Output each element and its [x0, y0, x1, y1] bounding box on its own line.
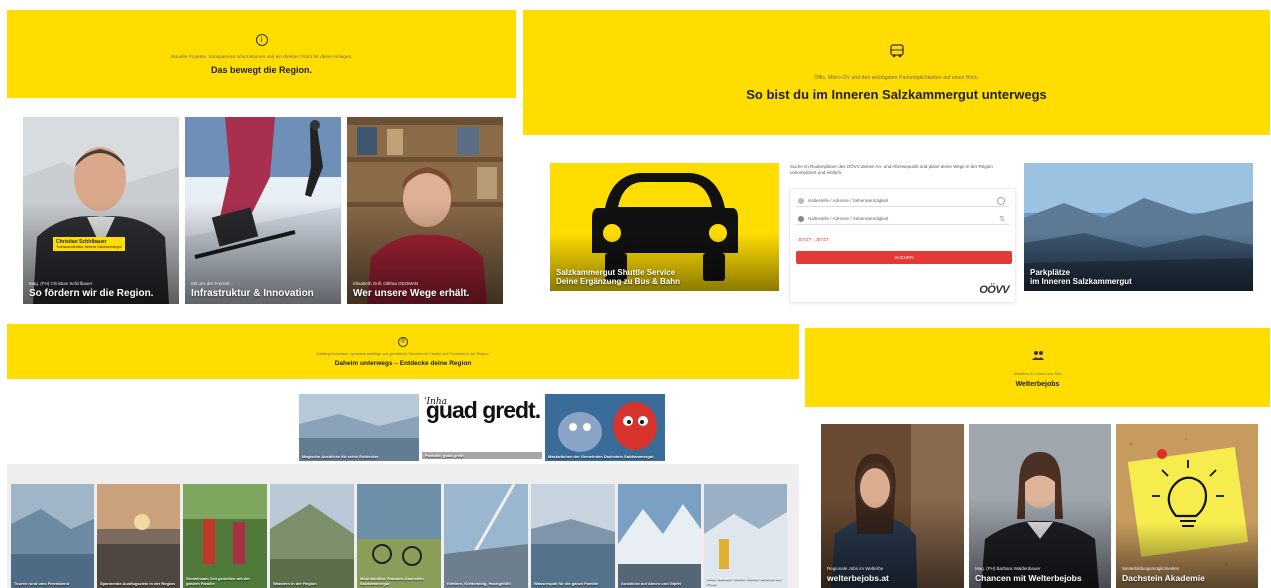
activity-tile[interactable]: Spannende Ausflugsziele in der Region	[97, 484, 180, 588]
person-nametag: Christian Schirlbauer Tourismusdirektor …	[53, 237, 125, 251]
card-subtitle: Regionale Jobs im Welterbe	[827, 566, 884, 571]
travel-title: So bist du im Inneren Salzkammergut unte…	[746, 86, 1047, 102]
search-button[interactable]: SUCHEN	[796, 251, 1012, 264]
region-subtitle: Aktuelle Projekte, transparente Informat…	[170, 53, 353, 59]
from-field[interactable]: Haltestelle / Adresse / Sehenswürdigkeit	[796, 195, 1009, 207]
card-subtitle: Mag. (FH) Barbara Waldenbauer	[975, 566, 1041, 571]
travel-subtitle: Öffis, Mikro-ÖV und den wichtigsten Park…	[814, 74, 979, 81]
activity-tile[interactable]: Klettern, Klettersteig, Hochgefühl	[444, 484, 528, 588]
mascots-image	[545, 394, 665, 461]
people-icon	[1031, 347, 1044, 365]
card-title: welterbejobs.at	[827, 573, 889, 583]
tile-caption: Klettern, Klettersteig, Hochgefühl	[447, 581, 511, 586]
activity-tile[interactable]: Mountainbike Paradies Dachstein Salzkamm…	[357, 484, 441, 588]
feature-card-mascots[interactable]: Maskottchen der Gemeinden Dachstein Salz…	[545, 394, 665, 461]
region-title: Das bewegt die Region.	[210, 64, 313, 75]
planner-form: Haltestelle / Adresse / Sehenswürdigkeit…	[789, 188, 1016, 303]
jobs-card-chances[interactable]: Mag. (FH) Barbara Waldenbauer Chancen mi…	[969, 424, 1111, 588]
shuttle-title: Salzkammergut Shuttle Service	[556, 268, 676, 277]
card-subtitle: Weiterbildungsmöglichkeiten	[1122, 566, 1180, 571]
tile-caption: Wandern in der Region	[273, 581, 317, 586]
card-subtitle: Mag. (FH) Christian Schirlbauer	[29, 281, 93, 286]
jobs-card-academy[interactable]: Weiterbildungsmöglichkeiten Dachstein Ak…	[1116, 424, 1258, 588]
activity-tile[interactable]: Wild. Wander. Wölfe. Winter abseits der …	[704, 484, 787, 588]
locate-icon[interactable]	[997, 196, 1005, 205]
oovv-logo: OÖVV	[979, 284, 1009, 296]
mountainbike-image	[357, 484, 441, 588]
feature-caption: Magische Ausblicke für echte Entdecker	[302, 454, 379, 459]
region-card-trails[interactable]: Elisabeth Grill, Obfrau GEOMAN Wer unser…	[347, 117, 503, 304]
activity-tile[interactable]: Wasserspaß für die ganze Familie	[531, 484, 615, 588]
family-forest-image	[183, 484, 267, 588]
pier-sunset-image	[97, 484, 180, 588]
search-label: SUCHEN	[894, 255, 914, 260]
activity-tile[interactable]: Wandern in der Region	[270, 484, 354, 588]
tile-caption: Gemeinsam Zeit genießen mit der ganzen F…	[186, 576, 251, 586]
viewpoint-image	[299, 394, 419, 461]
lake-sunset-image	[11, 484, 94, 588]
info-icon: i	[255, 33, 268, 46]
jobs-title: Welterbejobs	[1015, 381, 1060, 388]
from-placeholder: Haltestelle / Adresse / Sehenswürdigkeit	[808, 198, 889, 203]
origin-icon	[798, 197, 804, 204]
card-title: Chancen mit Welterbejobs	[975, 573, 1082, 583]
tile-caption: Ausblicke auf Almen und Gipfel	[621, 581, 682, 586]
jobs-banner: Arbeiten & Leben am See Welterbejobs	[805, 328, 1270, 407]
podcast-logo: guad gredt.	[425, 397, 541, 423]
parking-subtitle: im Inneren Salzkammergut	[1030, 277, 1132, 286]
jobs-card-portal[interactable]: Regionale Jobs im Welterbe welterbejobs.…	[821, 424, 964, 588]
person-role: Tourismusdirektor Inneres Salzkammergut	[56, 245, 122, 249]
card-subtitle: Elisabeth Grill, Obfrau GEOMAN	[353, 281, 419, 286]
shuttle-subtitle: Deine Ergänzung zu Bus & Bahn	[556, 277, 681, 286]
feature-caption: Podcast: guad gredt	[422, 452, 542, 459]
region-banner: i Aktuelle Projekte, transparente Inform…	[7, 10, 516, 98]
card-subtitle: Mit uns der Freizeit…	[191, 281, 234, 286]
region-card-funding[interactable]: Christian Schirlbauer Tourismusdirektor …	[23, 117, 179, 304]
card-title: Wer unsere Wege erhält.	[353, 288, 470, 299]
to-placeholder: Haltestelle / Adresse / Sehenswürdigkeit	[808, 216, 889, 221]
feature-card-podcast[interactable]: 'Inha guad gredt. Podcast: guad gredt	[422, 394, 542, 461]
card-title: Dachstein Akademie	[1122, 573, 1205, 583]
time-link[interactable]: JETZT · JETZT	[798, 237, 829, 242]
travel-banner: Öffis, Mikro-ÖV und den wichtigsten Park…	[523, 10, 1270, 135]
activity-tile[interactable]: Gemeinsam Zeit genießen mit der ganzen F…	[183, 484, 267, 588]
activity-tile[interactable]: Ausblicke auf Almen und Gipfel	[618, 484, 701, 588]
shuttle-card[interactable]: Salzkammergut Shuttle Service Deine Ergä…	[550, 163, 779, 291]
tile-caption: Touren rund ums Feierabend	[14, 581, 70, 586]
home-subtitle: Insidergeheimnisse, spontane Ausflüge un…	[316, 351, 490, 356]
region-card-infrastructure[interactable]: Mit uns der Freizeit… Infrastruktur & In…	[185, 117, 341, 304]
winter-hike-image	[704, 484, 787, 588]
tile-caption: Spannende Ausflugsziele in der Region	[100, 581, 175, 586]
route-planner: Suche im Routenplaner des OÖVV deinen An…	[786, 160, 1018, 308]
parking-title: Parkplätze	[1030, 268, 1071, 277]
destination-icon	[798, 215, 804, 222]
snowy-peaks-image	[618, 484, 701, 588]
feature-card-views[interactable]: Magische Ausblicke für echte Entdecker	[299, 394, 419, 461]
tile-caption: Wild. Wander. Wölfe. Winter abseits der …	[707, 576, 782, 586]
card-title: So fördern wir die Region.	[29, 288, 154, 299]
activity-tile[interactable]: Touren rund ums Feierabend	[11, 484, 94, 588]
home-banner: ◎ Insidergeheimnisse, spontane Ausflüge …	[7, 324, 799, 379]
swap-icon[interactable]: ⇅	[999, 215, 1005, 223]
to-field[interactable]: Haltestelle / Adresse / Sehenswürdigkeit…	[796, 213, 1009, 225]
jobs-subtitle: Arbeiten & Leben am See	[1013, 371, 1062, 376]
tile-caption: Mountainbike Paradies Dachstein Salzkamm…	[360, 576, 424, 586]
home-title: Daheim unterwegs – Entdecke deine Region	[334, 359, 472, 367]
parking-card[interactable]: Parkplätze im Inneren Salzkammergut	[1024, 163, 1253, 291]
bus-icon	[889, 43, 905, 63]
planner-intro: Suche im Routenplaner des OÖVV deinen An…	[790, 164, 993, 175]
compass-icon: ◎	[398, 336, 408, 347]
tile-caption: Wasserspaß für die ganze Familie	[534, 581, 599, 586]
feature-caption: Maskottchen der Gemeinden Dachstein Salz…	[548, 454, 654, 459]
hiking-image	[270, 484, 354, 588]
card-title: Infrastruktur & Innovation	[191, 288, 314, 299]
climbing-image	[444, 484, 528, 588]
lake-water-image	[531, 484, 615, 588]
